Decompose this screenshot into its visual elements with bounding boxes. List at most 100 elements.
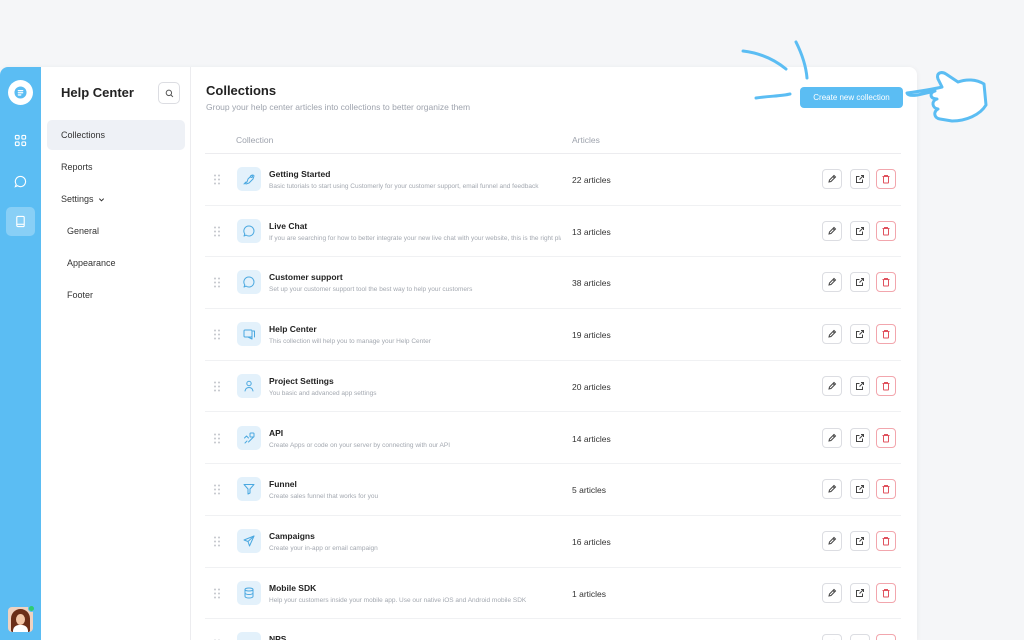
open-external-button[interactable]	[850, 427, 870, 448]
book-icon[interactable]	[6, 207, 35, 236]
help-center-icon	[237, 322, 261, 347]
app-rail	[0, 67, 41, 640]
external-link-icon	[856, 175, 864, 183]
collection-name: Project Settings	[269, 375, 334, 386]
grid-icon[interactable]	[6, 126, 35, 155]
collection-name: Help Center	[269, 324, 317, 335]
external-link-icon	[856, 485, 864, 494]
external-link-icon	[856, 536, 864, 545]
article-count: 1 articles	[572, 588, 607, 599]
drag-handle-icon[interactable]	[213, 536, 221, 547]
collection-name: NPS	[269, 634, 287, 640]
sidebar-item-general[interactable]: General	[47, 216, 185, 246]
table-row[interactable]: API Create Apps or code on your server by…	[205, 413, 901, 465]
pencil-icon	[828, 174, 837, 183]
table-row[interactable]: Live Chat If you are searching for how to…	[205, 206, 901, 258]
edit-button[interactable]	[822, 427, 842, 448]
edit-button[interactable]	[822, 582, 842, 603]
article-count: 16 articles	[572, 536, 611, 547]
collection-name: Getting Started	[269, 169, 331, 179]
open-external-button[interactable]	[850, 634, 870, 640]
chat-bubble-icon	[237, 218, 261, 243]
drag-handle-icon[interactable]	[213, 226, 221, 237]
trash-icon	[882, 485, 890, 494]
collection-description: Create your in-app or email campaign	[269, 544, 378, 552]
trash-icon	[882, 278, 890, 287]
pencil-icon	[828, 278, 837, 287]
delete-button[interactable]	[876, 324, 896, 345]
drag-handle-icon[interactable]	[213, 277, 221, 288]
open-external-button[interactable]	[850, 272, 870, 293]
table-row[interactable]: Getting Started Basic tutorials to start …	[205, 154, 901, 206]
collection-name: Campaigns	[269, 530, 315, 541]
delete-button[interactable]	[876, 375, 896, 396]
collection-description: Basic tutorials to start using Customerl…	[269, 183, 539, 190]
sidebar-item-label: General	[67, 226, 100, 236]
chat-icon[interactable]	[6, 167, 35, 196]
sidebar-title: Help Center	[61, 85, 134, 100]
delete-button[interactable]	[876, 169, 896, 189]
drag-handle-icon[interactable]	[213, 588, 221, 599]
delete-button[interactable]	[876, 220, 896, 241]
search-button[interactable]	[158, 82, 180, 104]
delete-button[interactable]	[876, 427, 896, 448]
sidebar: Help Center Collections Reports Settings…	[41, 67, 191, 640]
pencil-icon	[828, 329, 837, 338]
table-row[interactable]: Customer support Set up your customer sup…	[205, 257, 901, 310]
edit-button[interactable]	[822, 169, 842, 189]
collection-name: API	[269, 427, 284, 438]
open-external-button[interactable]	[850, 530, 870, 551]
paper-plane-icon	[237, 528, 261, 553]
article-count: 22 articles	[572, 175, 611, 185]
collection-description: Create sales funnel that works for you	[269, 493, 379, 501]
table-row[interactable]: Campaigns Create your in-app or email cam…	[205, 516, 901, 568]
delete-button[interactable]	[876, 479, 896, 500]
external-link-icon	[856, 330, 864, 339]
delete-button[interactable]	[876, 530, 896, 551]
delete-button[interactable]	[876, 582, 896, 603]
pencil-icon	[828, 226, 837, 235]
drag-handle-icon[interactable]	[213, 329, 221, 340]
table-row[interactable]: Project Settings You basic and advanced a…	[205, 361, 901, 413]
drag-handle-icon[interactable]	[213, 174, 221, 185]
drag-handle-icon[interactable]	[213, 433, 221, 444]
sidebar-item-appearance[interactable]: Appearance	[47, 248, 185, 278]
delete-button[interactable]	[876, 634, 896, 640]
sidebar-item-label: Settings	[61, 194, 94, 204]
table-row[interactable]: Help Center This collection will help you…	[205, 309, 901, 361]
open-external-button[interactable]	[850, 582, 870, 603]
main-content: Collections Group your help center artic…	[191, 67, 917, 640]
edit-button[interactable]	[822, 479, 842, 500]
edit-button[interactable]	[822, 324, 842, 345]
table-row[interactable]: Mobile SDK Help your customers inside you…	[205, 568, 901, 620]
external-link-icon	[856, 381, 864, 390]
article-count: 20 articles	[572, 381, 611, 392]
open-external-button[interactable]	[850, 479, 870, 500]
search-icon	[165, 89, 173, 97]
chat-bubble-icon	[237, 270, 261, 295]
sidebar-item-reports[interactable]: Reports	[47, 152, 185, 182]
edit-button[interactable]	[822, 530, 842, 551]
drag-handle-icon[interactable]	[213, 484, 221, 495]
edit-button[interactable]	[822, 375, 842, 396]
delete-button[interactable]	[876, 272, 896, 293]
external-link-icon	[856, 433, 864, 442]
logo-icon[interactable]	[8, 80, 33, 105]
sidebar-item-settings[interactable]: Settings	[47, 184, 185, 214]
drag-handle-icon[interactable]	[213, 381, 221, 392]
open-external-button[interactable]	[850, 375, 870, 396]
trash-icon	[882, 588, 890, 598]
edit-button[interactable]	[822, 220, 842, 241]
sidebar-item-footer[interactable]: Footer	[47, 280, 185, 310]
edit-button[interactable]	[822, 634, 842, 640]
pencil-icon	[828, 536, 837, 545]
page-subtitle: Group your help center articles into col…	[206, 102, 471, 112]
open-external-button[interactable]	[850, 324, 870, 345]
table-row[interactable]: Funnel Create sales funnel that works for…	[205, 464, 901, 516]
open-external-button[interactable]	[850, 220, 870, 241]
sidebar-item-label: Appearance	[67, 258, 116, 268]
edit-button[interactable]	[822, 272, 842, 293]
table-row[interactable]: NPS	[205, 619, 901, 640]
sidebar-item-collections[interactable]: Collections	[47, 120, 185, 150]
open-external-button[interactable]	[850, 169, 870, 189]
